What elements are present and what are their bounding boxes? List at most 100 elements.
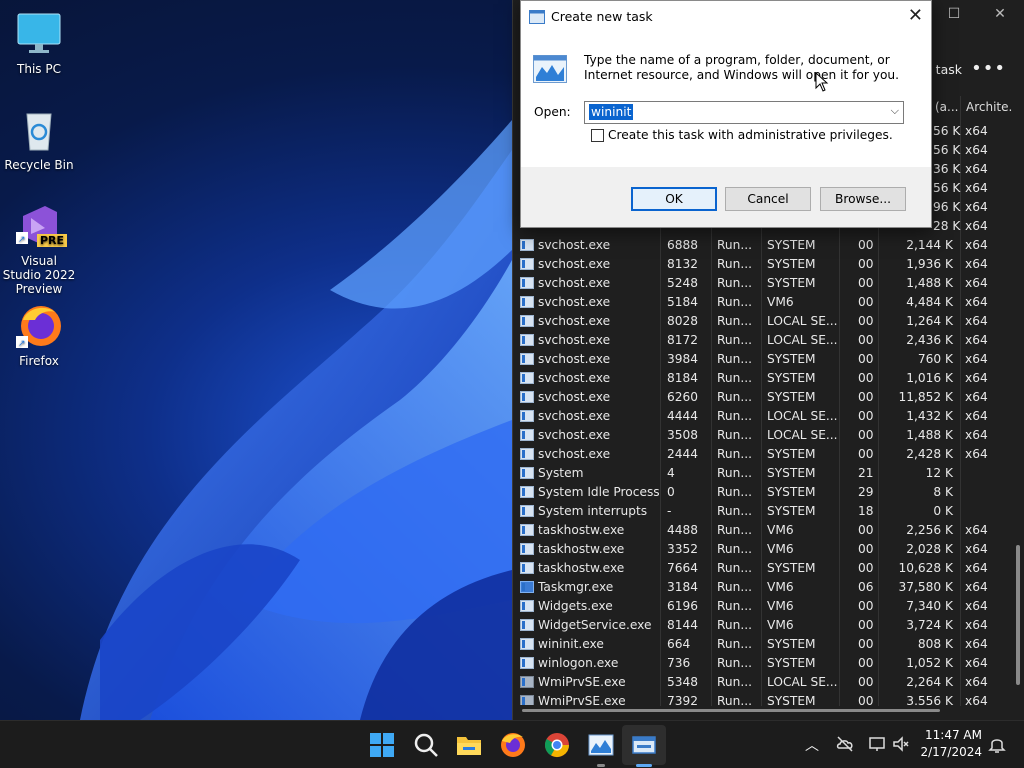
table-row[interactable]: System Idle Process 0 Run... SYSTEM 29 8 K	[513, 483, 1009, 502]
desktop-icon-recycle-bin[interactable]: Recycle Bin	[2, 106, 76, 172]
cell-name: taskhostw.exe	[538, 561, 625, 575]
table-row[interactable]: wininit.exe 664 Run... SYSTEM 00 808 K x64	[513, 635, 1009, 654]
table-row[interactable]: Widgets.exe 6196 Run... VM6 00 7,340 K x64	[513, 597, 1009, 616]
taskbar-clock[interactable]: 11:47 AM 2/17/2024	[920, 727, 982, 761]
table-row[interactable]: svchost.exe 5184 Run... VM6 00 4,484 K x64	[513, 293, 1009, 312]
table-row[interactable]: svchost.exe 8184 Run... SYSTEM 00 1,016 K x64	[513, 369, 1009, 388]
table-row[interactable]: taskhostw.exe 3352 Run... VM6 00 2,028 K x64	[513, 540, 1009, 559]
table-row[interactable]: svchost.exe 3508 Run... LOCAL SE... 00 1,488 …	[513, 426, 1009, 445]
cell-architecture: x64	[965, 143, 988, 157]
cell-name: svchost.exe	[538, 428, 611, 442]
open-input-value[interactable]: wininit	[589, 104, 634, 120]
cell-status: Run...	[717, 314, 752, 328]
ok-button[interactable]: OK	[631, 187, 717, 211]
cell-user: SYSTEM	[767, 352, 816, 366]
cell-pid: 5348	[667, 675, 699, 689]
desktop-icon-this-pc[interactable]: This PC	[2, 10, 76, 76]
cell-user: VM6	[767, 295, 794, 309]
cell-memory: 1,488 K	[906, 428, 953, 442]
table-row[interactable]: System interrupts - Run... SYSTEM 18 0 K	[513, 502, 1009, 521]
more-options-icon[interactable]: •••	[971, 58, 1006, 79]
cell-user: LOCAL SE...	[767, 428, 838, 442]
clock-date: 2/17/2024	[920, 745, 982, 759]
table-row[interactable]: svchost.exe 8172 Run... LOCAL SE... 00 2,436 …	[513, 331, 1009, 350]
desktop-icon-label: Firefox	[19, 354, 59, 368]
table-row[interactable]: WmiPrvSE.exe 5348 Run... LOCAL SE... 00 2,264…	[513, 673, 1009, 692]
table-row[interactable]: taskhostw.exe 7664 Run... SYSTEM 00 10,628 K x…	[513, 559, 1009, 578]
process-icon	[520, 619, 534, 631]
cell-memory: 28 K	[933, 219, 961, 233]
cell-status: Run...	[717, 599, 752, 613]
file-explorer-icon[interactable]	[455, 731, 483, 759]
desktop-icon-firefox[interactable]: ↗ Firefox	[2, 302, 76, 368]
table-row[interactable]: taskhostw.exe 4488 Run... VM6 00 2,256 K x64	[513, 521, 1009, 540]
cell-memory: 1,052 K	[906, 656, 953, 670]
cell-status: Run...	[717, 523, 752, 537]
chrome-icon[interactable]	[543, 731, 571, 759]
column-header-architecture[interactable]: Archite.	[966, 100, 1012, 114]
admin-privileges-label[interactable]: Create this task with administrative pri…	[608, 128, 893, 142]
volume-muted-icon[interactable]	[892, 735, 910, 753]
cell-cpu: 00	[858, 599, 874, 613]
cell-memory: 10,628 K	[898, 561, 953, 575]
cell-name: taskhostw.exe	[538, 523, 625, 537]
chevron-up-icon[interactable]: ︿	[805, 735, 819, 755]
table-row[interactable]: svchost.exe 5248 Run... SYSTEM 00 1,488 K x64	[513, 274, 1009, 293]
process-icon	[520, 505, 534, 517]
horizontal-scrollbar[interactable]	[522, 709, 940, 712]
table-row[interactable]: svchost.exe 3984 Run... SYSTEM 00 760 K x64	[513, 350, 1009, 369]
table-row[interactable]: Taskmgr.exe 3184 Run... VM6 06 37,580 K x64	[513, 578, 1009, 597]
table-row[interactable]: svchost.exe 8132 Run... SYSTEM 00 1,936 K x64	[513, 255, 1009, 274]
close-icon[interactable]: ✕	[985, 6, 1015, 22]
close-icon[interactable]: ✕	[908, 5, 923, 26]
firefox-icon[interactable]	[499, 731, 527, 759]
open-combobox[interactable]: wininit ⌵	[584, 101, 904, 124]
dialog-titlebar[interactable]: Create new task ✕	[521, 1, 931, 33]
cell-architecture: x64	[965, 542, 988, 556]
table-row[interactable]: svchost.exe 2444 Run... SYSTEM 00 2,428 K x64	[513, 445, 1009, 464]
cell-memory: 808 K	[917, 637, 953, 651]
search-icon[interactable]	[412, 731, 440, 759]
cell-name: svchost.exe	[538, 314, 611, 328]
cell-cpu: 00	[858, 390, 874, 404]
chevron-down-icon[interactable]: ⌵	[891, 104, 899, 118]
table-row[interactable]: WmiPrvSE.exe 7392 Run... SYSTEM 00 3,556 K x64	[513, 692, 1009, 705]
table-row[interactable]: svchost.exe 6260 Run... SYSTEM 00 11,852 K x64	[513, 388, 1009, 407]
cell-memory: 56 K	[933, 143, 961, 157]
run-dialog-icon[interactable]	[630, 731, 658, 759]
cell-user: SYSTEM	[767, 257, 816, 271]
table-row[interactable]: svchost.exe 8028 Run... LOCAL SE... 00 1,264 …	[513, 312, 1009, 331]
table-row[interactable]: svchost.exe 4444 Run... LOCAL SE... 00 1,432 …	[513, 407, 1009, 426]
cell-name: System interrupts	[538, 504, 648, 518]
cell-cpu: 00	[858, 295, 874, 309]
cell-cpu: 00	[858, 618, 874, 632]
table-row[interactable]: winlogon.exe 736 Run... SYSTEM 00 1,052 K x64	[513, 654, 1009, 673]
maximize-icon[interactable]: ☐	[939, 6, 969, 22]
task-manager-icon[interactable]	[587, 731, 615, 759]
cell-memory: 1,264 K	[906, 314, 953, 328]
vertical-scrollbar[interactable]	[1016, 545, 1020, 685]
table-row[interactable]: System 4 Run... SYSTEM 21 12 K	[513, 464, 1009, 483]
column-header-memory[interactable]: (a...	[935, 100, 958, 114]
cell-pid: 8028	[667, 314, 699, 328]
network-icon[interactable]	[868, 735, 886, 753]
admin-privileges-checkbox[interactable]	[591, 129, 604, 142]
cell-name: svchost.exe	[538, 257, 611, 271]
cell-status: Run...	[717, 466, 752, 480]
notification-bell-icon[interactable]	[988, 735, 1006, 753]
start-icon[interactable]	[368, 731, 396, 759]
cell-user: VM6	[767, 542, 794, 556]
table-row[interactable]: svchost.exe 6888 Run... SYSTEM 00 2,144 K x64	[513, 236, 1009, 255]
onedrive-icon[interactable]	[836, 735, 854, 753]
table-row[interactable]: WidgetService.exe 8144 Run... VM6 00 3,724 K x…	[513, 616, 1009, 635]
cell-architecture: x64	[965, 276, 988, 290]
cell-user: SYSTEM	[767, 371, 816, 385]
create-new-task-dialog[interactable]: Create new task ✕ Type the name of a pro…	[520, 0, 932, 228]
browse-button[interactable]: Browse...	[820, 187, 906, 211]
cell-pid: 6196	[667, 599, 699, 613]
cancel-button[interactable]: Cancel	[725, 187, 811, 211]
desktop-icon-visual-studio[interactable]: ↗ PRE Visual Studio 2022 Preview	[2, 202, 76, 296]
cell-pid: 3352	[667, 542, 699, 556]
process-icon	[520, 239, 534, 251]
cell-architecture: x64	[965, 618, 988, 632]
